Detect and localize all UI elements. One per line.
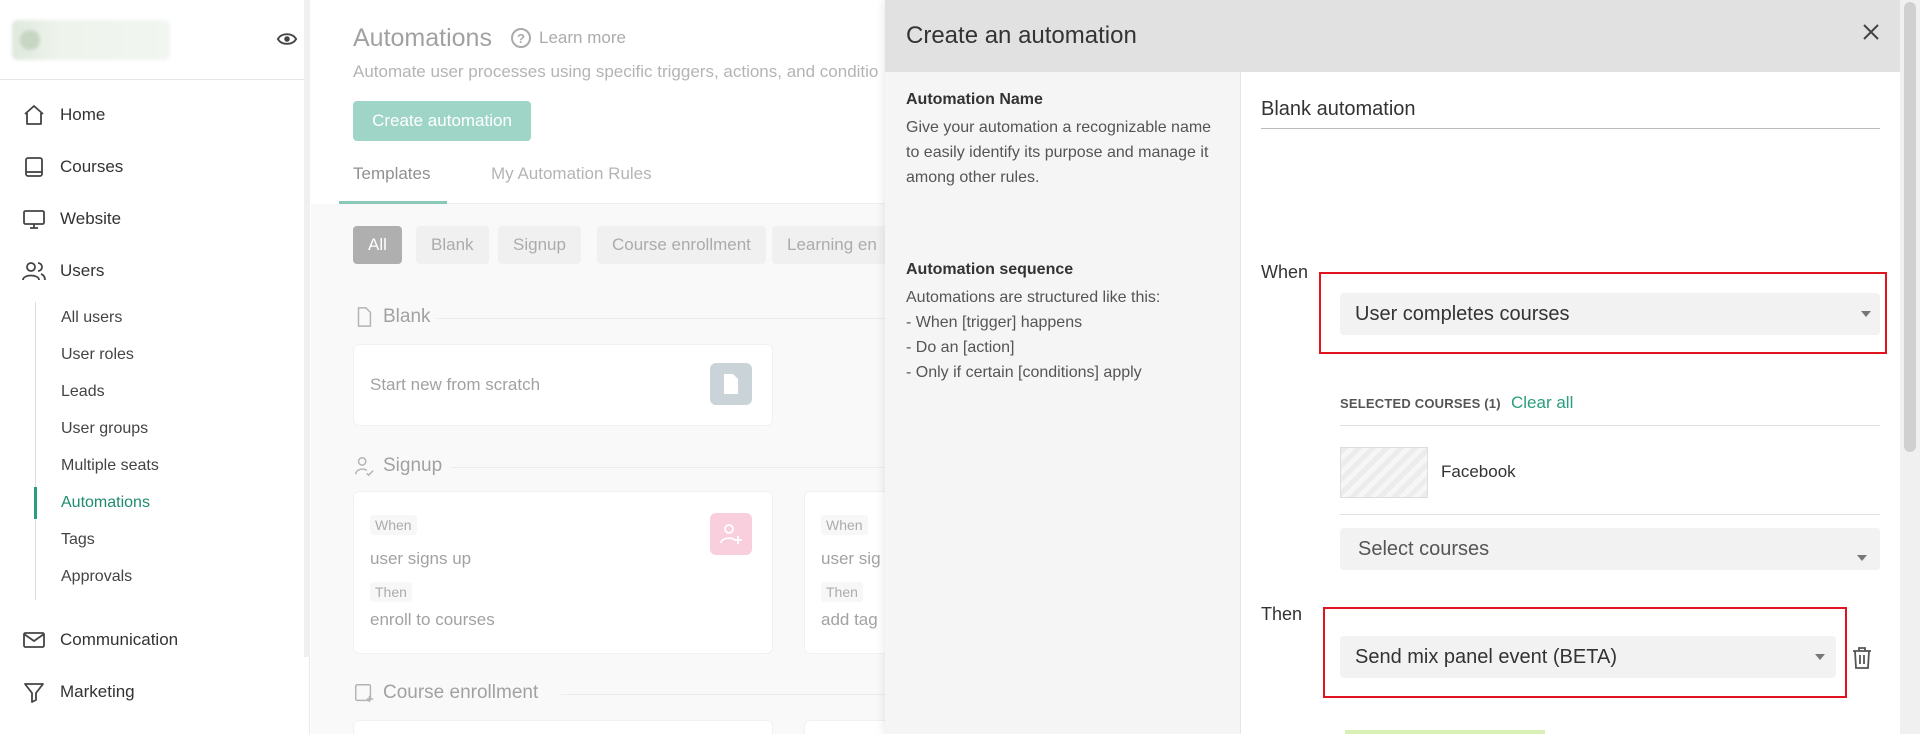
sidebar-item-leads[interactable]: Leads (61, 383, 105, 401)
automation-name-input[interactable]: Blank automation (1261, 92, 1880, 129)
automation-sequence-title: Automation sequence (906, 261, 1074, 278)
when-label: When (1261, 262, 1309, 282)
nav-label: Marketing (60, 682, 135, 701)
sidebar-scrollbar[interactable] (304, 0, 310, 657)
mail-icon (23, 632, 45, 648)
sidebar-item-user-roles[interactable]: User roles (61, 346, 134, 364)
monitor-icon (23, 210, 45, 229)
select-courses-dropdown[interactable]: Select courses (1340, 528, 1880, 570)
create-automation-drawer: Create an automation Automation Name Giv… (885, 0, 1900, 734)
sequence-line: - Do an [action] (906, 339, 1015, 356)
sidebar: Home Courses Website Users All users Use… (0, 0, 310, 734)
next-step-hint (1345, 730, 1545, 734)
trigger-select[interactable]: User completes courses (1340, 293, 1880, 335)
automation-name-title: Automation Name (906, 91, 1043, 108)
nav-item-users[interactable]: Users (22, 259, 104, 283)
sidebar-item-tags[interactable]: Tags (61, 531, 95, 549)
nav-item-website[interactable]: Website (22, 207, 121, 231)
selected-courses-label: SELECTED COURSES (1) (1340, 396, 1501, 411)
submenu-rail (35, 302, 36, 600)
home-icon (24, 105, 44, 125)
sidebar-item-all-users[interactable]: All users (61, 309, 122, 327)
eye-icon[interactable] (276, 30, 298, 48)
funnel-icon (24, 683, 44, 703)
chevron-down-icon (1857, 555, 1867, 561)
active-indicator (34, 487, 37, 519)
nav-item-home[interactable]: Home (22, 103, 105, 127)
sidebar-item-multiple-seats[interactable]: Multiple seats (61, 457, 159, 475)
book-icon (25, 157, 43, 177)
nav-item-courses[interactable]: Courses (22, 155, 123, 179)
automation-sequence-description: Automations are structured like this: - … (906, 285, 1226, 385)
brand-logo[interactable] (12, 20, 170, 60)
drawer-title: Create an automation (906, 22, 1137, 49)
nav-label: Communication (60, 630, 179, 649)
nav-item-communication[interactable]: Communication (22, 628, 178, 652)
nav-label: Users (60, 261, 105, 280)
sequence-line: Automations are structured like this: (906, 289, 1161, 306)
nav-label: Home (60, 105, 106, 124)
users-icon (22, 262, 46, 281)
sidebar-item-user-groups[interactable]: User groups (61, 420, 148, 438)
clear-all-link[interactable]: Clear all (1511, 393, 1573, 413)
sidebar-item-approvals[interactable]: Approvals (61, 568, 132, 586)
nav-item-marketing[interactable]: Marketing (22, 680, 135, 704)
automation-name-description: Give your automation a recognizable name… (906, 119, 1212, 186)
course-name: Facebook (1441, 462, 1516, 481)
divider (1340, 514, 1880, 515)
sidebar-item-automations[interactable]: Automations (61, 494, 150, 512)
chevron-down-icon (1815, 654, 1825, 660)
select-courses-placeholder: Select courses (1358, 537, 1490, 560)
sidebar-header (0, 0, 309, 80)
sequence-line: - Only if certain [conditions] apply (906, 364, 1142, 381)
drawer-scrollbar-thumb[interactable] (1904, 2, 1916, 452)
trash-icon[interactable] (1851, 646, 1873, 670)
trigger-select-value: User completes courses (1355, 302, 1570, 325)
close-icon[interactable] (1861, 22, 1881, 42)
action-select-value: Send mix panel event (BETA) (1355, 645, 1617, 668)
then-label: Then (1261, 604, 1303, 624)
course-thumbnail (1340, 447, 1428, 498)
nav-label: Website (60, 209, 122, 228)
divider (1340, 425, 1880, 426)
action-select[interactable]: Send mix panel event (BETA) (1340, 636, 1836, 678)
nav-label: Courses (60, 157, 124, 176)
sequence-line: - When [trigger] happens (906, 314, 1083, 331)
chevron-down-icon (1861, 311, 1871, 317)
drawer-header: Create an automation (885, 0, 1900, 72)
